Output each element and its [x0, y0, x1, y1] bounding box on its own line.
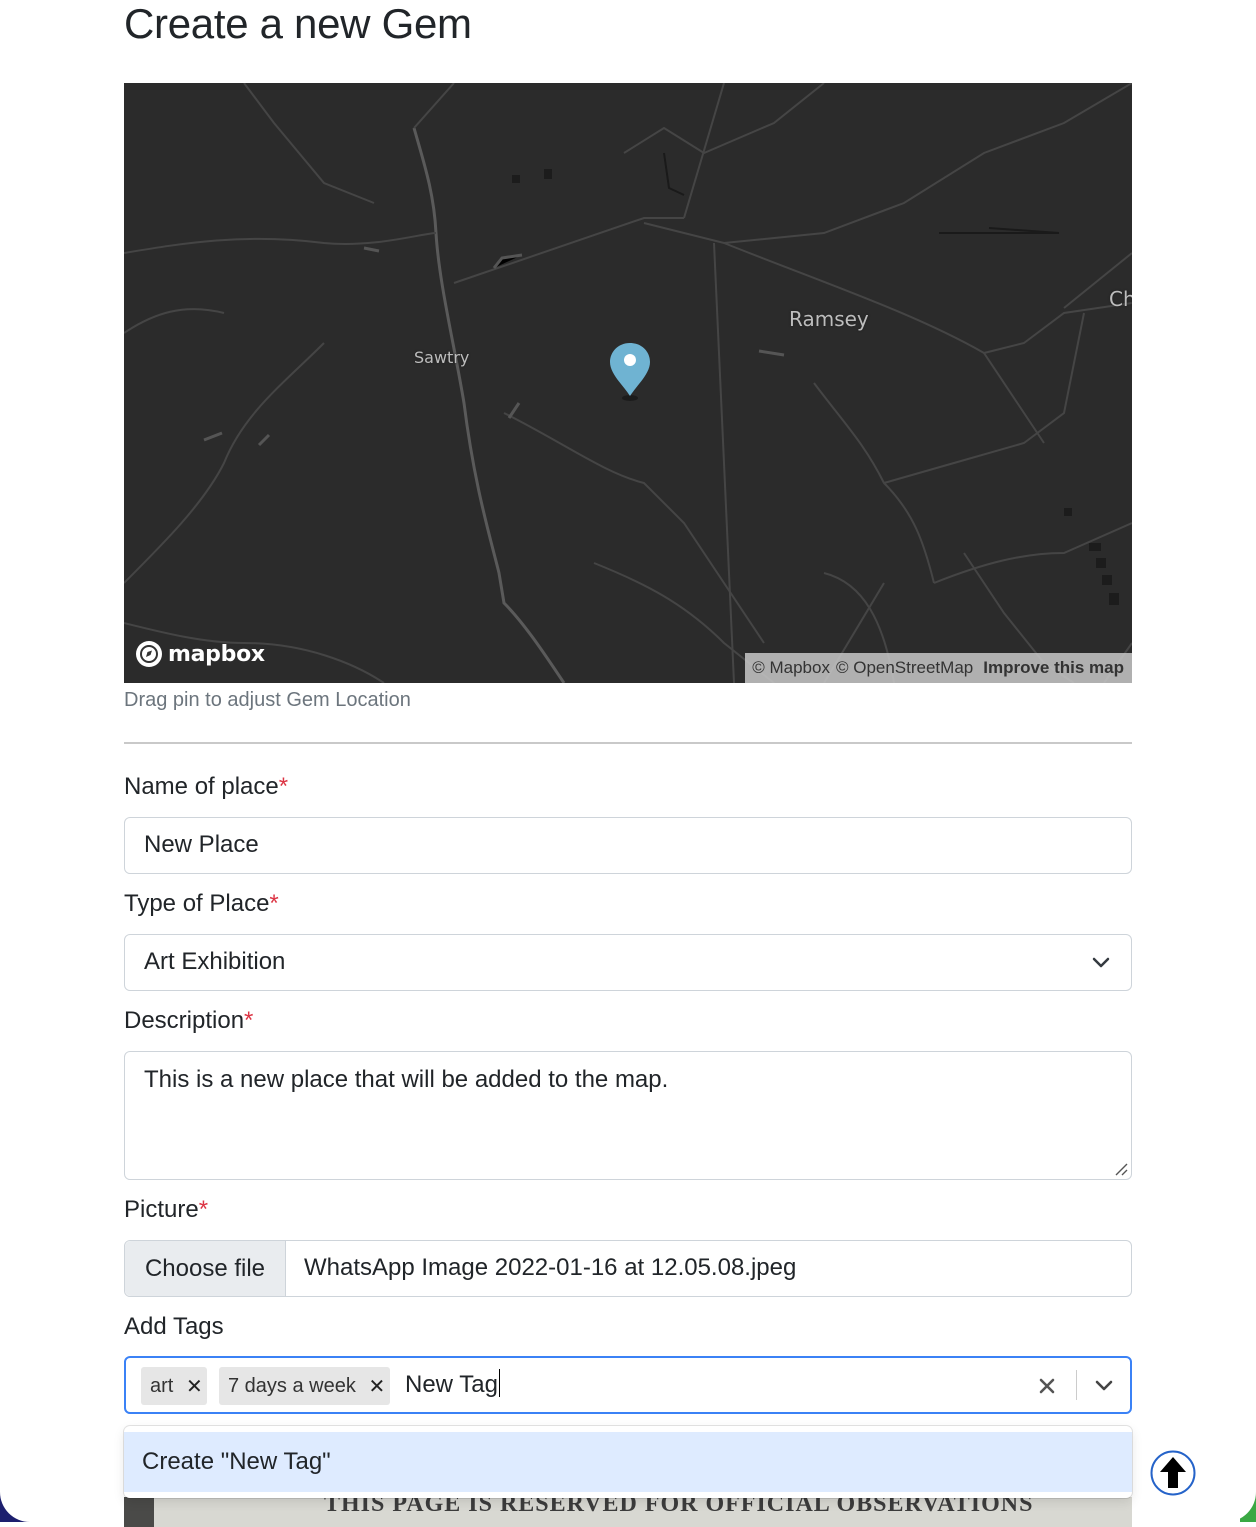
- resize-handle-icon[interactable]: [1114, 1162, 1128, 1176]
- type-select-value: Art Exhibition: [144, 948, 286, 975]
- required-marker: *: [269, 890, 279, 917]
- name-label: Name of place*: [124, 773, 288, 801]
- tags-select[interactable]: art ✕ 7 days a week ✕ New Tag: [124, 1356, 1132, 1414]
- page-title: Create a new Gem: [124, 0, 472, 47]
- attribution-osm-link[interactable]: © OpenStreetMap: [836, 658, 973, 678]
- tag-chip-label: 7 days a week: [228, 1374, 356, 1397]
- required-marker: *: [198, 1196, 209, 1223]
- picture-label: Picture*: [124, 1196, 208, 1224]
- map-attribution: © Mapbox © OpenStreetMap Improve this ma…: [745, 653, 1132, 683]
- required-marker: *: [278, 773, 289, 800]
- tag-search-input[interactable]: New Tag: [405, 1369, 501, 1399]
- improve-map-link[interactable]: Improve this map: [983, 658, 1124, 678]
- mapbox-logo[interactable]: mapbox: [136, 641, 265, 667]
- tag-chip: 7 days a week ✕: [219, 1367, 390, 1405]
- map-label-ramsey: Ramsey: [789, 307, 869, 331]
- description-label-text: Description: [124, 1007, 245, 1034]
- divider: [124, 742, 1132, 744]
- type-label-text: Type of Place: [124, 890, 270, 917]
- description-label: Description*: [124, 1007, 253, 1035]
- scroll-to-top-button[interactable]: [1150, 1450, 1196, 1496]
- name-input[interactable]: New Place: [124, 817, 1132, 874]
- tags-label: Add Tags: [124, 1313, 224, 1340]
- mapbox-logo-text: mapbox: [168, 641, 265, 667]
- description-textarea[interactable]: This is a new place that will be added t…: [124, 1051, 1132, 1180]
- tag-chip-label: art: [150, 1374, 174, 1397]
- clear-icon[interactable]: [1038, 1377, 1056, 1395]
- preview-image-text: THIS PAGE IS RESERVED FOR OFFICIAL OBSER…: [324, 1497, 1034, 1517]
- required-marker: *: [244, 1007, 254, 1034]
- attribution-mapbox-link[interactable]: © Mapbox: [752, 658, 830, 678]
- tag-chip: art ✕: [141, 1367, 208, 1405]
- map-label-sawtry: Sawtry: [414, 348, 470, 367]
- close-icon[interactable]: ✕: [364, 1367, 390, 1405]
- tag-search-value: New Tag: [405, 1371, 498, 1398]
- arrow-up-icon: [1150, 1450, 1196, 1496]
- create-tag-option[interactable]: Create "New Tag": [124, 1432, 1132, 1492]
- picture-preview-image: THIS PAGE IS RESERVED FOR OFFICIAL OBSER…: [124, 1497, 1132, 1527]
- type-label: Type of Place*: [124, 890, 279, 918]
- name-input-value: New Place: [144, 831, 259, 858]
- type-select[interactable]: Art Exhibition: [124, 934, 1132, 991]
- file-name: WhatsApp Image 2022-01-16 at 12.05.08.jp…: [304, 1254, 797, 1281]
- chevron-down-icon[interactable]: [1094, 1378, 1114, 1394]
- chevron-down-icon: [1092, 957, 1110, 968]
- mapbox-logo-icon: [136, 641, 162, 667]
- preview-shadow: [124, 1497, 154, 1527]
- picture-file-input[interactable]: Choose file WhatsApp Image 2022-01-16 at…: [124, 1240, 1132, 1297]
- text-caret: [498, 1369, 501, 1397]
- map-pin-icon[interactable]: [608, 341, 652, 403]
- tags-dropdown-menu: Create "New Tag": [124, 1426, 1132, 1498]
- close-icon[interactable]: ✕: [181, 1367, 207, 1405]
- description-value: This is a new place that will be added t…: [144, 1066, 669, 1093]
- name-label-text: Name of place: [124, 773, 279, 800]
- map-label-ch: Ch: [1109, 287, 1132, 311]
- picture-label-text: Picture: [124, 1196, 199, 1223]
- map[interactable]: Ramsey Sawtry Ch mapbox © Mapbox © OpenS…: [124, 83, 1132, 683]
- indicator-separator: [1076, 1370, 1077, 1400]
- choose-file-button[interactable]: Choose file: [125, 1241, 286, 1296]
- map-help-text: Drag pin to adjust Gem Location: [124, 689, 411, 711]
